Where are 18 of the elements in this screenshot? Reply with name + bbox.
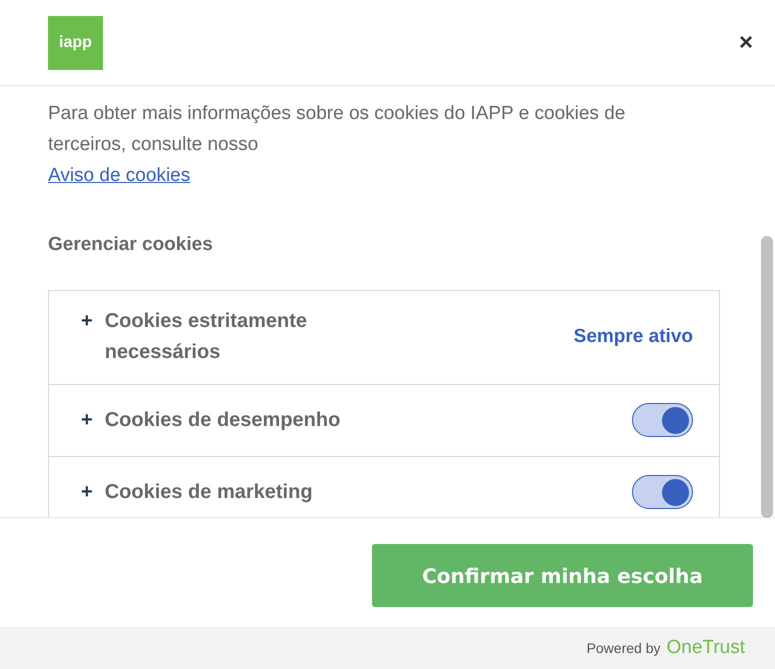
expand-icon[interactable]: + bbox=[81, 404, 93, 434]
close-button[interactable]: × bbox=[730, 24, 761, 60]
scrollbar[interactable] bbox=[761, 236, 773, 518]
expand-icon[interactable]: + bbox=[81, 476, 93, 506]
powered-by-label: Powered by bbox=[586, 638, 660, 658]
logo: iapp bbox=[48, 16, 103, 70]
toggle-switch[interactable] bbox=[632, 403, 693, 437]
category-label: Cookies de desempenho bbox=[104, 408, 342, 432]
toggle-switch[interactable] bbox=[632, 475, 693, 509]
expand-icon[interactable]: + bbox=[81, 306, 93, 336]
category-label: Cookies de marketing bbox=[104, 480, 314, 504]
section-title: Gerenciar cookies bbox=[48, 233, 214, 257]
always-active-label: Sempre ativo bbox=[574, 324, 693, 349]
intro-text: Para obter mais informações sobre os cookies do IAPP e cookies de terceiros, consulte nosso bbox=[48, 102, 626, 157]
cookie-notice-link[interactable]: Aviso de cookies bbox=[48, 165, 190, 186]
cookie-category-row[interactable]: + Cookies de desempenho bbox=[49, 384, 719, 456]
cookie-category-row[interactable]: + Cookies estritamente necessários Sempre ativo bbox=[49, 290, 719, 384]
category-label: Cookies estritamente necessários bbox=[104, 309, 308, 365]
